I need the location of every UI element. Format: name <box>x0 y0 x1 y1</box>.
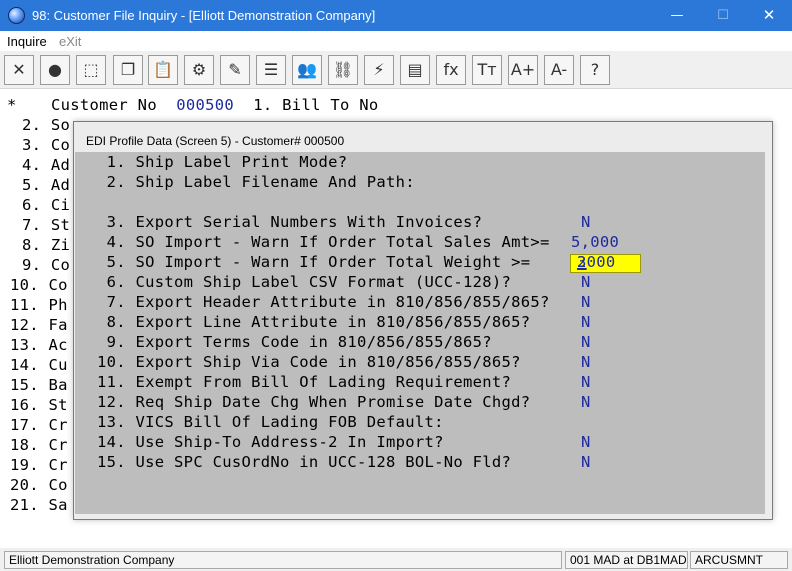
dialog-field-value[interactable]: N <box>581 353 591 371</box>
lightning-icon[interactable]: ⚡ <box>364 55 394 85</box>
users-icon[interactable]: 👥 <box>292 55 322 85</box>
dialog-field-label: 5. SO Import - Warn If Order Total Weigh… <box>97 253 531 271</box>
background-field-line: 16. St <box>10 396 68 414</box>
dialog-field-label: 6. Custom Ship Label CSV Format (UCC-128… <box>97 273 512 291</box>
link-icon[interactable]: ⛓ <box>328 55 358 85</box>
title-bar: 98: Customer File Inquiry - [Elliott Dem… <box>0 0 792 31</box>
background-field-line: 15. Ba <box>10 376 68 394</box>
dialog-field-value[interactable]: N <box>581 313 591 331</box>
close-window-button[interactable]: ✕ <box>746 0 792 31</box>
dialog-field-label: 4. SO Import - Warn If Order Total Sales… <box>97 233 550 251</box>
help-icon[interactable]: ? <box>580 55 610 85</box>
background-field-line: 2. So <box>22 116 71 134</box>
window-title: 98: Customer File Inquiry - [Elliott Dem… <box>32 8 376 23</box>
customer-no-label: Customer No <box>51 96 157 114</box>
dialog-field-value[interactable]: N <box>581 373 591 391</box>
background-field-line: 21. Sa <box>10 496 68 514</box>
minimize-button[interactable]: — <box>654 0 700 31</box>
header-star: * <box>7 96 17 114</box>
background-field-line: 5. Ad <box>22 176 71 194</box>
bill-to-label: 1. Bill To No <box>253 96 379 114</box>
app-icon[interactable] <box>8 7 25 24</box>
dialog-field-label: 8. Export Line Attribute in 810/856/855/… <box>97 313 531 331</box>
background-field-line: 20. Co <box>10 476 68 494</box>
status-program: ARCUSMNT <box>690 551 788 569</box>
dialog-field-label: 7. Export Header Attribute in 810/856/85… <box>97 293 550 311</box>
notes-icon[interactable]: ☰ <box>256 55 286 85</box>
menu-exit[interactable]: eXit <box>59 34 81 49</box>
edi-profile-dialog: EDI Profile Data (Screen 5) - Customer# … <box>73 121 773 520</box>
dialog-field-label: 2. Ship Label Filename And Path: <box>97 173 415 191</box>
background-field-line: 13. Ac <box>10 336 68 354</box>
status-bar: Elliott Demonstration Company 001 MAD at… <box>0 548 792 571</box>
dialog-title: EDI Profile Data (Screen 5) - Customer# … <box>86 134 345 148</box>
maximize-button[interactable]: ☐ <box>700 0 746 31</box>
decrease-font-icon[interactable]: A- <box>544 55 574 85</box>
dialog-field-value[interactable]: N <box>581 293 591 311</box>
edit-icon[interactable]: ✎ <box>220 55 250 85</box>
customer-no-value[interactable]: 000500 <box>176 96 234 114</box>
dialog-field-value[interactable]: N <box>581 453 591 471</box>
background-field-line: 3. Co <box>22 136 71 154</box>
paste-icon[interactable]: 📋 <box>148 55 178 85</box>
background-field-line: 9. Co <box>22 256 71 274</box>
dialog-field-label: 3. Export Serial Numbers With Invoices? <box>97 213 483 231</box>
dialog-field-label: 9. Export Terms Code in 810/856/855/865? <box>97 333 492 351</box>
status-company: Elliott Demonstration Company <box>4 551 562 569</box>
menu-inquire[interactable]: Inquire <box>7 34 47 49</box>
dialog-field-label: 15. Use SPC CusOrdNo in UCC-128 BOL-No F… <box>97 453 512 471</box>
close-icon[interactable]: ✕ <box>4 55 34 85</box>
background-field-line: 11. Ph <box>10 296 68 314</box>
globe-icon[interactable]: ● <box>40 55 70 85</box>
dialog-field-value[interactable]: N <box>581 433 591 451</box>
background-field-line: 6. Ci <box>22 196 71 214</box>
background-field-line: 18. Cr <box>10 436 68 454</box>
select-icon[interactable]: ⬚ <box>76 55 106 85</box>
dialog-field-label: 10. Export Ship Via Code in 810/856/855/… <box>97 353 521 371</box>
background-field-line: 12. Fa <box>10 316 68 334</box>
background-field-line: 10. Co <box>10 276 68 294</box>
weight-input[interactable]: 3 2000 <box>570 253 641 273</box>
dialog-field-value[interactable]: N <box>581 393 591 411</box>
background-field-line: 4. Ad <box>22 156 71 174</box>
screen-icon[interactable]: ▤ <box>400 55 430 85</box>
background-field-line: 19. Cr <box>10 456 68 474</box>
dialog-field-value[interactable]: 5,000 <box>571 233 619 251</box>
dialog-field-value[interactable]: N <box>581 273 591 291</box>
dialog-field-label: 1. Ship Label Print Mode? <box>97 153 348 171</box>
background-field-line: 7. St <box>22 216 71 234</box>
menu-bar: Inquire eXit <box>0 31 792 51</box>
dialog-body: 3 2000 1. Ship Label Print Mode? 2. Ship … <box>75 152 765 514</box>
dialog-field-label: 14. Use Ship-To Address-2 In Import? <box>97 433 444 451</box>
customer-header-line: * Customer No 000500 1. Bill To No <box>7 96 379 114</box>
weight-input-rest: 2000 <box>577 253 616 271</box>
dialog-field-value[interactable]: N <box>581 213 591 231</box>
increase-font-icon[interactable]: A+ <box>508 55 538 85</box>
font-size-icon[interactable]: Tт <box>472 55 502 85</box>
background-field-line: 14. Cu <box>10 356 68 374</box>
function-icon[interactable]: fx <box>436 55 466 85</box>
copy-icon[interactable]: ❐ <box>113 55 143 85</box>
status-session: 001 MAD at DB1MAD <box>565 551 688 569</box>
toolbar: ✕ ● ⬚ ❐ 📋 ⚙ ✎ ☰ 👥 ⛓ ⚡ ▤ fx Tт A+ A-? <box>0 51 792 89</box>
background-field-line: 17. Cr <box>10 416 68 434</box>
dialog-field-value[interactable]: N <box>581 333 591 351</box>
dialog-field-label: 13. VICS Bill Of Lading FOB Default: <box>97 413 444 431</box>
settings-icon[interactable]: ⚙ <box>184 55 214 85</box>
background-field-line: 8. Zi <box>22 236 71 254</box>
dialog-field-label: 12. Req Ship Date Chg When Promise Date … <box>97 393 531 411</box>
dialog-field-label: 11. Exempt From Bill Of Lading Requireme… <box>97 373 512 391</box>
